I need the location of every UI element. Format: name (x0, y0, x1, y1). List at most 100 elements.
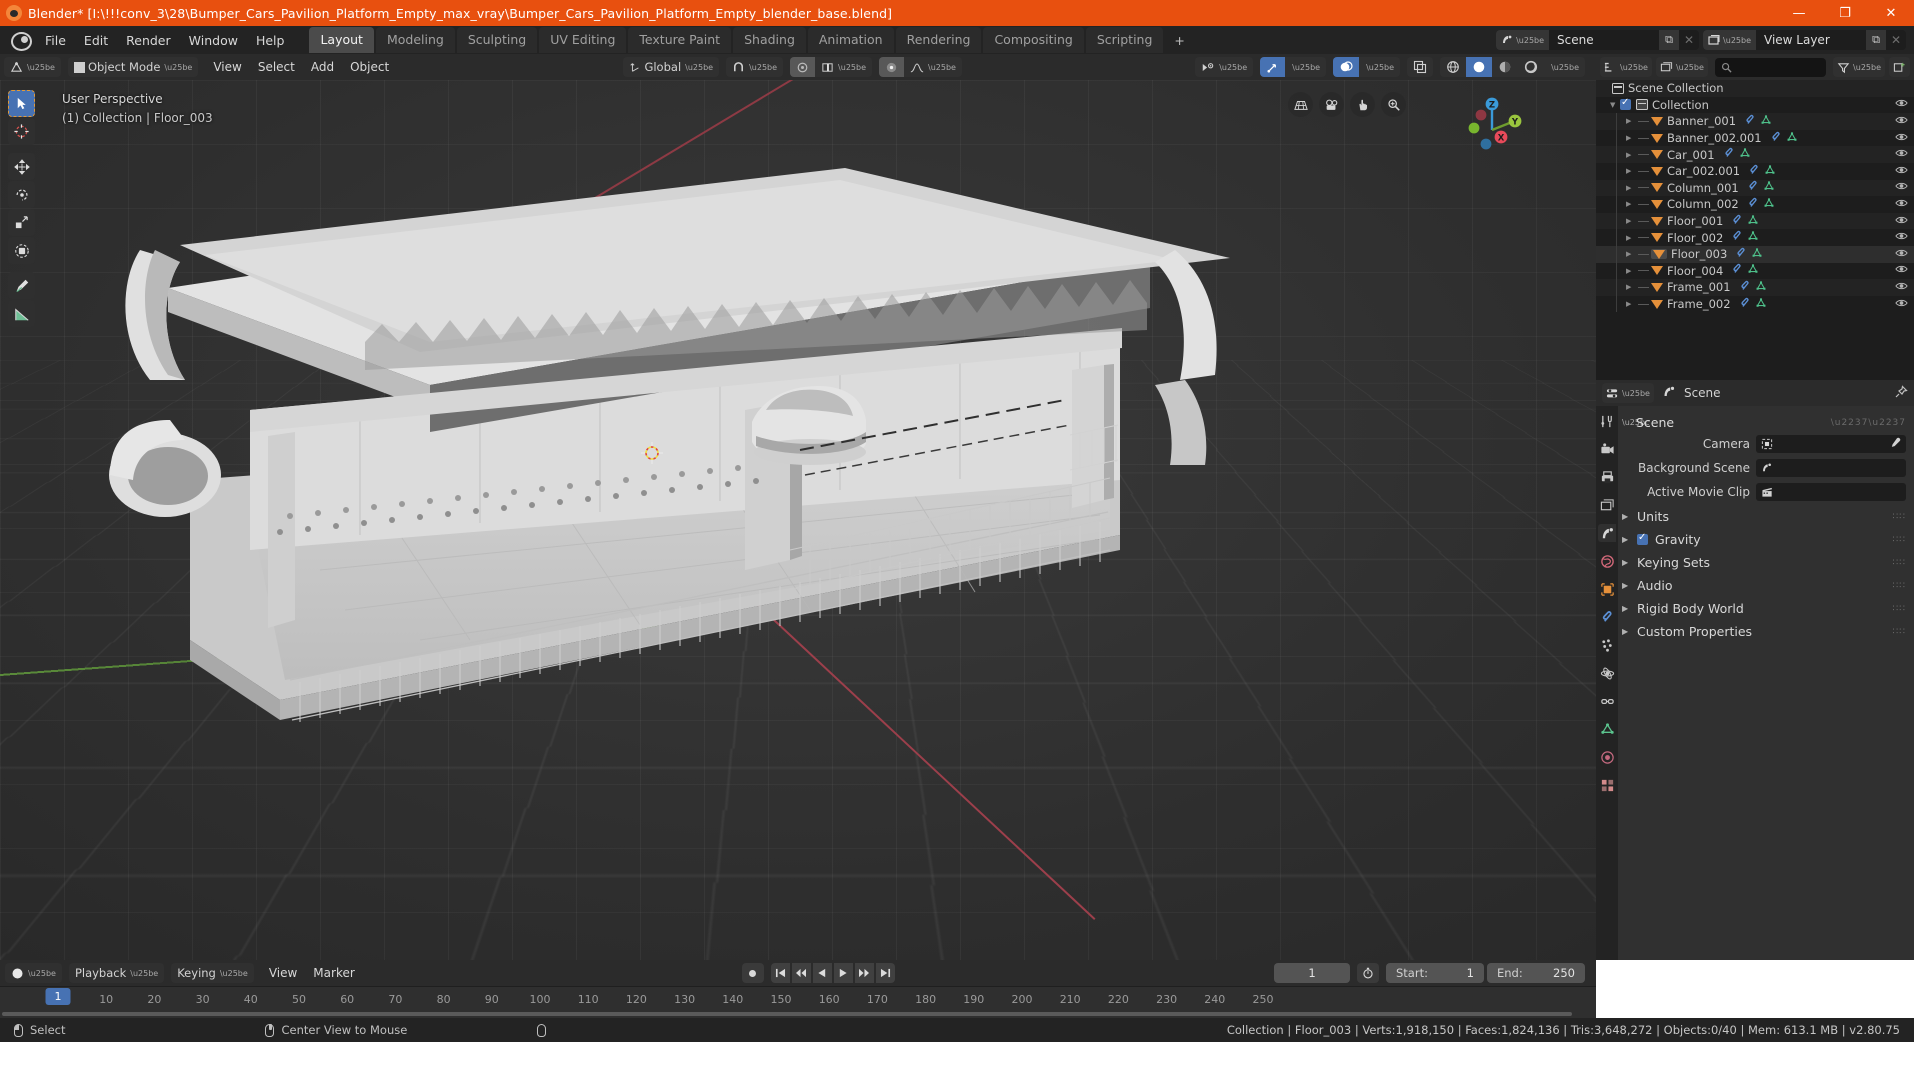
material-properties-tab[interactable] (1598, 748, 1616, 766)
hide-in-viewport-icon[interactable] (1895, 281, 1908, 294)
hide-in-viewport-icon[interactable] (1895, 115, 1908, 128)
orientation-button[interactable]: Global \u25be (623, 57, 719, 77)
hide-in-viewport-icon[interactable] (1895, 165, 1908, 178)
jump-to-end-icon[interactable] (875, 963, 895, 983)
hide-in-viewport-icon[interactable] (1895, 231, 1908, 244)
modifier-icon[interactable] (1747, 197, 1759, 212)
mesh-data-icon[interactable] (1747, 214, 1759, 229)
menu-help[interactable]: Help (247, 30, 294, 51)
tab-texture-paint[interactable]: Texture Paint (628, 27, 732, 53)
xray-toggle-icon[interactable] (1407, 57, 1433, 77)
camera-field[interactable] (1756, 434, 1906, 453)
panel-drag-handle[interactable]: ∷∷ (1893, 558, 1906, 568)
outliner-row-object[interactable]: ▶ Car_002.001 (1596, 162, 1914, 180)
shading-dropdown-icon[interactable]: \u25be (1544, 57, 1585, 77)
panel-drag-handle[interactable]: \u2237\u2237 (1831, 418, 1906, 428)
hide-in-viewport-icon[interactable] (1895, 181, 1908, 194)
expand-object-icon[interactable]: ▶ (1626, 217, 1636, 225)
output-properties-tab[interactable] (1598, 468, 1616, 486)
measure-tool[interactable] (8, 300, 35, 327)
outliner-row-object[interactable]: ▶ Floor_004 (1596, 262, 1914, 280)
active-movie-clip-field[interactable] (1756, 482, 1906, 501)
timeline-ruler[interactable]: 10 20 30 40 50 60 70 80 90 100 110 120 130 140 150 160 1… (0, 986, 1596, 1018)
menu-edit[interactable]: Edit (75, 30, 117, 51)
falloff-curve-icon[interactable]: \u25be (815, 57, 872, 77)
outliner-row-object[interactable]: ▶ Floor_001 (1596, 212, 1914, 230)
jump-to-keyframe-next-icon[interactable] (854, 963, 874, 983)
menu-file[interactable]: File (36, 30, 75, 51)
expand-object-icon[interactable]: ▶ (1626, 167, 1636, 175)
mesh-data-icon[interactable] (1763, 197, 1775, 212)
close-button[interactable]: ✕ (1868, 0, 1914, 26)
unlink-scene-button[interactable]: ✕ (1679, 30, 1699, 50)
timeline-scrollbar[interactable] (2, 1012, 1572, 1016)
panel-drag-handle[interactable]: ∷∷ (1893, 535, 1906, 545)
hide-in-viewport-icon[interactable] (1895, 264, 1908, 277)
zoom-view-icon[interactable] (1381, 92, 1406, 117)
object-visibility-icon[interactable]: \u25be (1195, 57, 1253, 77)
object-properties-tab[interactable] (1598, 580, 1616, 598)
mesh-data-icon[interactable] (1751, 247, 1763, 262)
tab-layout[interactable]: Layout (309, 27, 374, 53)
outliner-display-mode-icon[interactable]: \u25be (1600, 57, 1652, 77)
hide-in-viewport-icon[interactable] (1895, 215, 1908, 228)
shading-wireframe-icon[interactable] (1440, 57, 1466, 77)
mesh-data-icon[interactable] (1747, 263, 1759, 278)
mesh-data-icon[interactable] (1763, 180, 1775, 195)
mesh-data-icon[interactable] (1755, 280, 1767, 295)
expand-object-icon[interactable]: ▶ (1626, 200, 1636, 208)
scene-selector[interactable]: \u25be Scene ⧉ ✕ (1496, 30, 1700, 50)
timeline-playback-menu[interactable]: Playback \u25be (68, 963, 165, 983)
modifier-properties-tab[interactable] (1598, 608, 1616, 626)
properties-panel-keying-sets[interactable]: ▶ Keying Sets ∷∷ (1622, 551, 1906, 574)
pivot-and-falloff[interactable]: \u25be (879, 57, 962, 77)
outliner-row-object[interactable]: ▶ Floor_002 (1596, 229, 1914, 246)
jump-to-start-icon[interactable] (770, 963, 790, 983)
filter-id-icon[interactable]: \u25be (1655, 57, 1708, 77)
outliner-row-object[interactable]: ▶ Banner_001 (1596, 113, 1914, 130)
magnet-icon[interactable]: \u25be (726, 57, 783, 77)
outliner-row-object[interactable]: ▶ Floor_003 (1596, 245, 1914, 263)
overlay-controls[interactable]: \u25be (1333, 57, 1401, 77)
view-layer-selector[interactable]: \u25be View Layer ⧉ ✕ (1703, 30, 1906, 50)
mesh-data-icon[interactable] (1739, 147, 1751, 162)
timeline-editor-type-selector[interactable]: \u25be (5, 963, 62, 983)
new-collection-icon[interactable] (1889, 57, 1910, 77)
proportional-editing-controls[interactable]: \u25be (790, 57, 872, 77)
move-tool[interactable] (8, 153, 35, 180)
timeline-menu-playback[interactable]: Playback \u25be (69, 963, 164, 983)
timeline-editor-icon[interactable]: \u25be (5, 963, 62, 983)
new-view-layer-button[interactable]: ⧉ (1866, 30, 1886, 50)
expand-collapse-icon[interactable]: ▼ (1610, 101, 1620, 109)
timeline-keying-menu[interactable]: Keying \u25be (171, 963, 254, 983)
cursor-tool[interactable] (8, 118, 35, 145)
expand-object-icon[interactable]: ▶ (1626, 234, 1636, 242)
current-frame-field[interactable]: 1 (1274, 963, 1350, 983)
viewport-menu-add[interactable]: Add (303, 58, 342, 76)
hide-in-viewport-icon[interactable] (1895, 198, 1908, 211)
outliner-search-input[interactable] (1714, 57, 1827, 77)
hide-in-viewport-icon[interactable] (1895, 132, 1908, 145)
xray-toggle-group[interactable] (1407, 57, 1434, 77)
outliner-row-scene-collection[interactable]: Scene Collection (1596, 80, 1914, 97)
modifier-icon[interactable] (1735, 247, 1747, 262)
minimize-button[interactable]: — (1776, 0, 1822, 26)
expand-object-icon[interactable]: ▶ (1626, 250, 1636, 258)
auto-keying-icon[interactable] (741, 963, 764, 983)
modifier-icon[interactable] (1747, 180, 1759, 195)
tab-scripting[interactable]: Scripting (1085, 27, 1164, 53)
gizmo-dropdown-icon[interactable]: \u25be (1285, 57, 1326, 77)
tab-animation[interactable]: Animation (807, 27, 894, 53)
scene-panel-header[interactable]: \u25bc Scene \u2237\u2237 (1622, 412, 1906, 433)
object-mode-button[interactable]: Object Mode \u25be (68, 57, 198, 77)
hide-in-viewport-icon[interactable] (1895, 148, 1908, 161)
panel-drag-handle[interactable]: ∷∷ (1893, 581, 1906, 591)
bumper-cars-pavilion-model[interactable] (0, 80, 1596, 960)
physics-properties-tab[interactable] (1598, 664, 1616, 682)
outliner-row-object[interactable]: ▶ Frame_002 (1596, 295, 1914, 313)
viewport-menu-view[interactable]: View (205, 58, 249, 76)
particles-properties-tab[interactable] (1598, 636, 1616, 654)
properties-panel-gravity[interactable]: ▶ Gravity ∷∷ (1622, 528, 1906, 551)
stopwatch-icon[interactable] (1357, 963, 1379, 983)
object-visibility-controls[interactable]: \u25be (1195, 57, 1254, 77)
